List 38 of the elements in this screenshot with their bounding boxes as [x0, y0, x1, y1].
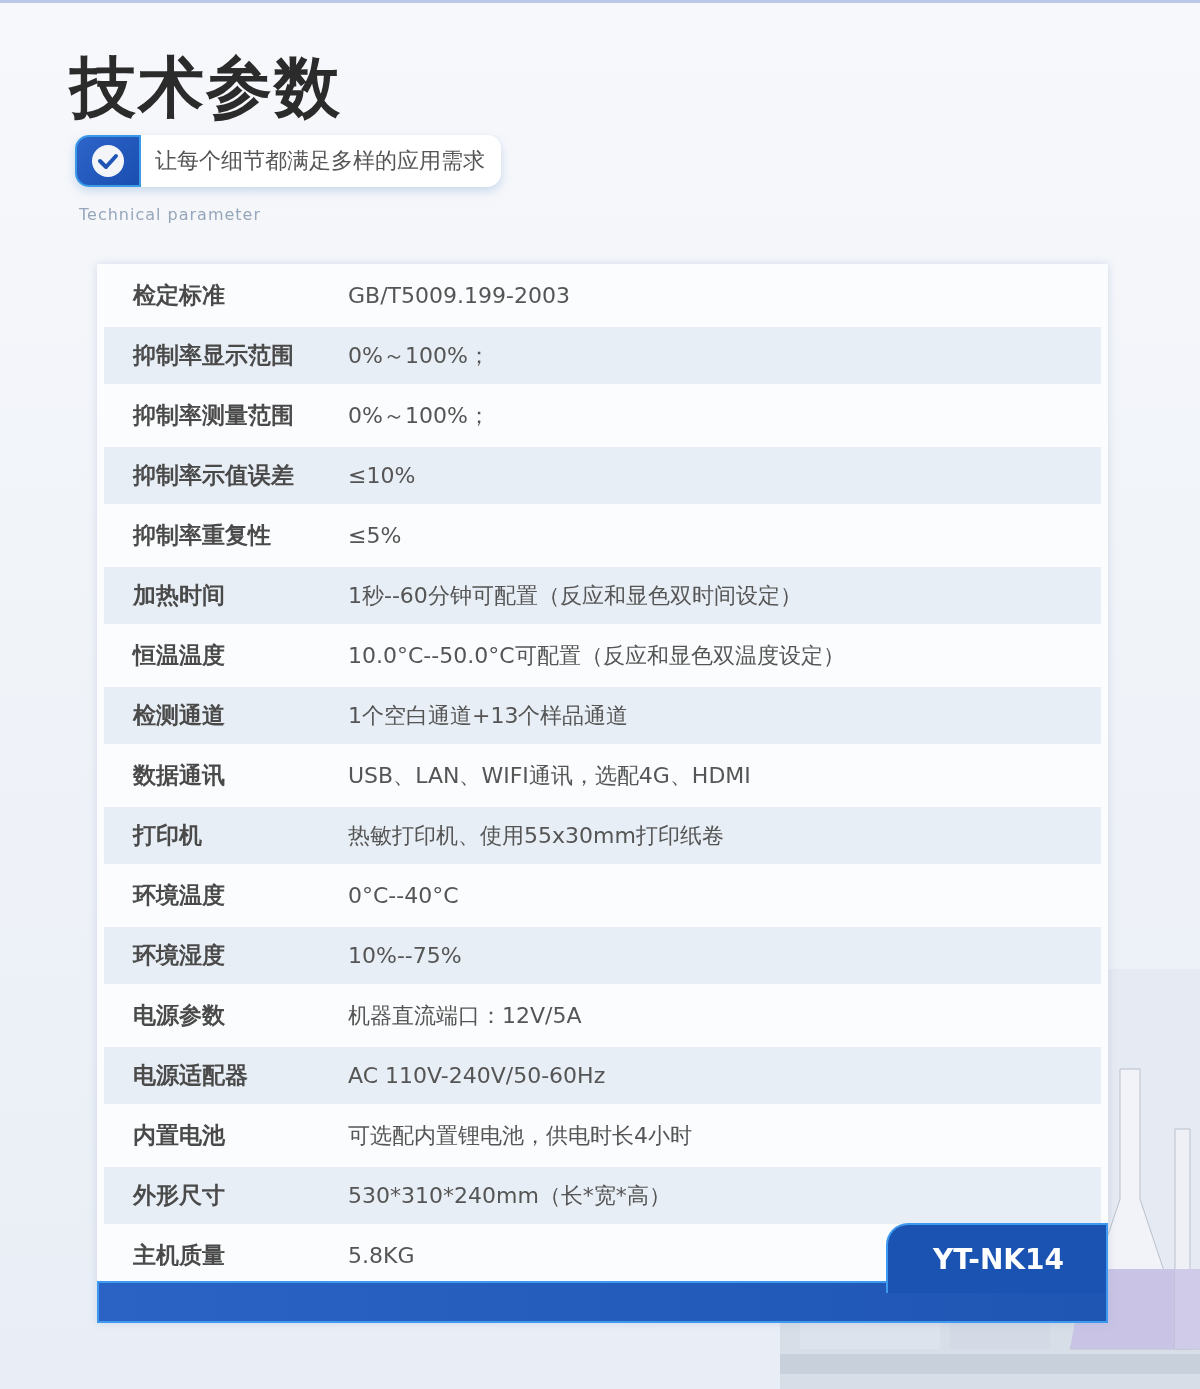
spec-label: 内置电池: [132, 1121, 226, 1150]
spec-label: 打印机: [131, 821, 203, 850]
spec-label: 检定标准: [131, 281, 226, 310]
spec-label: 抑制率重复性: [131, 521, 272, 550]
spec-value: 10%--75%: [348, 943, 462, 968]
spec-label: 抑制率显示范围: [131, 341, 295, 370]
spec-value: 0°C--40°C: [348, 883, 459, 908]
slogan-text: 让每个细节都满足多样的应用需求: [155, 147, 485, 175]
spec-value: ≤10%: [348, 463, 416, 488]
spec-value: 1秒--60分钟可配置（反应和显色双时间设定）: [348, 581, 802, 610]
subtitle: Technical parameter: [79, 205, 262, 224]
spec-value: 热敏打印机、使用55x30mm打印纸卷: [348, 821, 724, 850]
spec-value: GB/T5009.199-2003: [348, 283, 570, 308]
spec-value: AC 110V-240V/50-60Hz: [348, 1063, 606, 1088]
spec-value: ≤5%: [348, 523, 402, 548]
spec-value: 10.0°C--50.0°C可配置（反应和显色双温度设定）: [348, 641, 845, 670]
spec-label: 外形尺寸: [131, 1181, 226, 1210]
spec-value: 机器直流端口：12V/5A: [348, 1001, 582, 1030]
spec-value: 5.8KG: [348, 1243, 415, 1268]
spec-label: 环境湿度: [131, 941, 226, 970]
spec-label: 电源适配器: [132, 1061, 249, 1090]
spec-label: 抑制率示值误差: [131, 461, 295, 490]
spec-label: 检测通道: [131, 701, 226, 730]
spec-value: 1个空白通道+13个样品通道: [348, 701, 629, 730]
page-title: 技术参数: [70, 47, 342, 128]
spec-value: 0%～100%；: [348, 401, 490, 430]
spec-value: 可选配内置锂电池，供电时长4小时: [348, 1121, 692, 1150]
spec-value: 530*310*240mm（长*宽*高）: [348, 1181, 671, 1210]
spec-label: 环境温度: [131, 881, 226, 910]
spec-label: 电源参数: [132, 1001, 226, 1030]
spec-value: USB、LAN、WIFI通讯，选配4G、HDMI: [348, 761, 751, 790]
spec-value: 0%～100%；: [348, 341, 490, 370]
spec-label: 主机质量: [132, 1241, 226, 1270]
spec-label: 加热时间: [131, 581, 226, 610]
spec-label: 数据通讯: [131, 761, 226, 790]
spec-label: 抑制率测量范围: [131, 401, 295, 430]
spec-label: 恒温温度: [131, 641, 226, 670]
model-name: YT-NK14: [933, 1242, 1064, 1276]
